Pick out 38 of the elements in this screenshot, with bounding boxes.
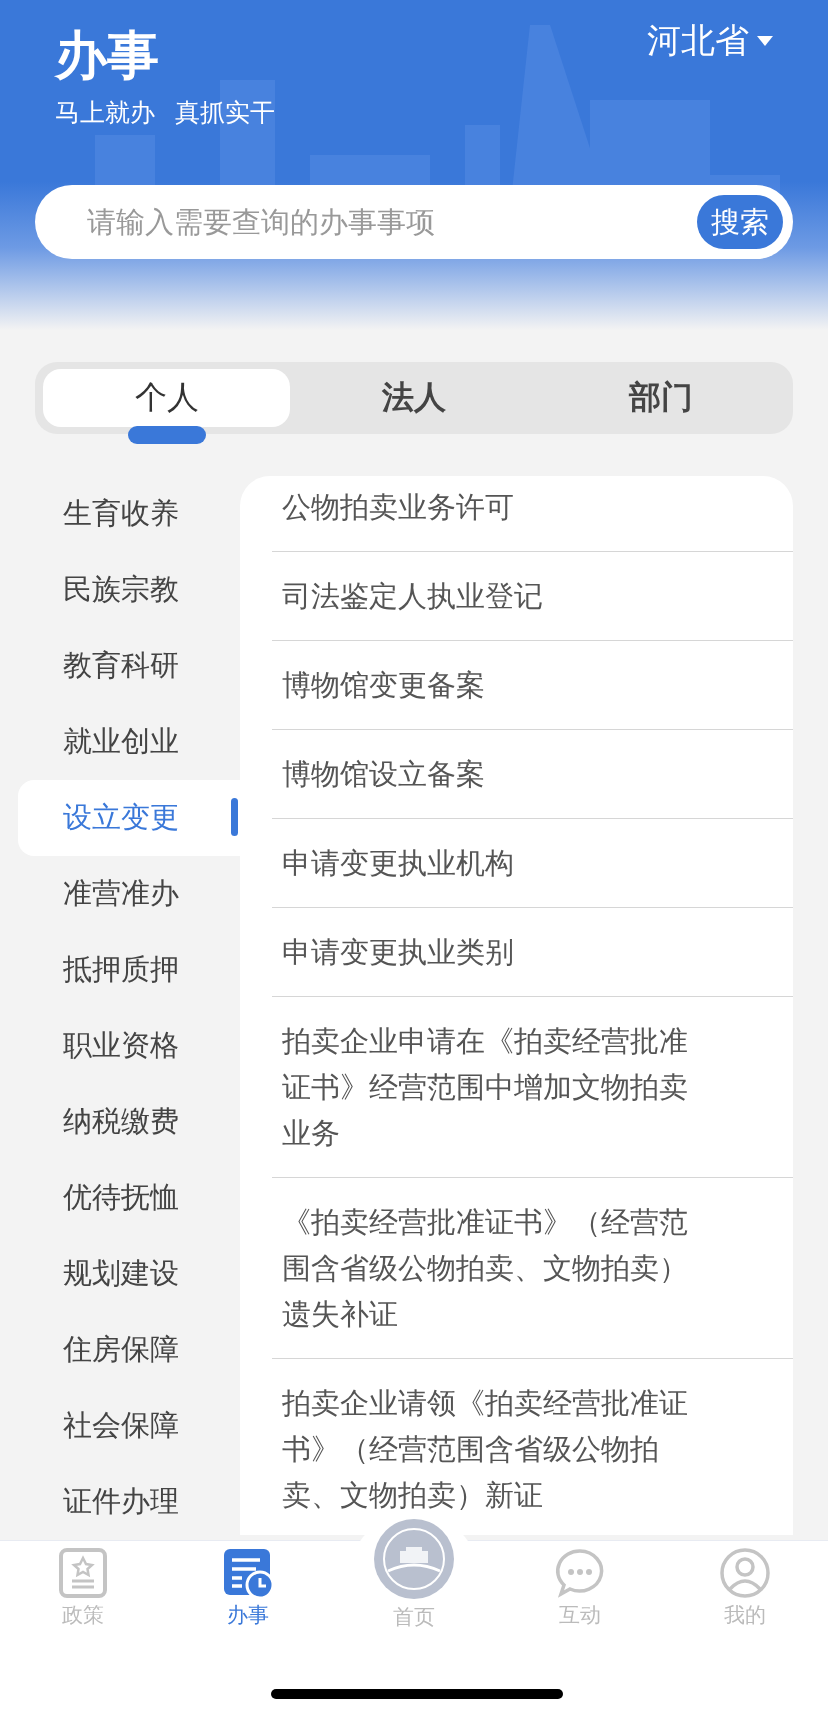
emblem-icon [372,1517,456,1601]
category-item[interactable]: 抵押质押 [18,932,240,1008]
service-item[interactable]: 《拍卖经营批准证书》（经营范围含省级公物拍卖、文物拍卖）遗失补证 [272,1199,693,1337]
search-button[interactable]: 搜索 [697,195,783,249]
caret-icon [757,36,773,46]
chat-icon [553,1547,606,1599]
tab[interactable]: 部门 [537,369,785,427]
region-selector[interactable]: 河北省 [647,18,773,64]
category-item[interactable]: 社会保障 [18,1388,240,1464]
category-item[interactable]: 就业创业 [18,704,240,780]
service-item[interactable]: 公物拍卖业务许可 [272,484,693,530]
category-item[interactable]: 准营准办 [18,856,240,932]
list-clock-icon [222,1547,275,1599]
nav-item[interactable]: 办事 [165,1547,332,1631]
slogan-text: 马上就办 [55,97,155,129]
category-item[interactable]: 生育收养 [18,476,240,552]
search-field[interactable]: 请输入需要查询的办事事项 搜索 [35,185,793,259]
category-item[interactable]: 证件办理 [18,1464,240,1535]
service-item[interactable]: 拍卖企业申请在《拍卖经营批准证书》经营范围中增加文物拍卖业务 [272,1018,693,1156]
category-item[interactable]: 民族宗教 [18,552,240,628]
service-item[interactable]: 博物馆变更备案 [272,662,693,708]
category-item[interactable]: 教育科研 [18,628,240,704]
category-item[interactable]: 纳税缴费 [18,1084,240,1160]
tab[interactable]: 法人 [290,369,538,427]
category-item[interactable]: 职业资格 [18,1008,240,1084]
page-title: 办事 [55,24,160,87]
slogan-text: 真抓实干 [175,97,275,129]
service-item[interactable]: 博物馆设立备案 [272,751,693,797]
star-document-icon [56,1547,109,1599]
category-item[interactable]: 规划建设 [18,1236,240,1312]
category-item[interactable]: 设立变更 [18,780,240,856]
category-item[interactable]: 住房保障 [18,1312,240,1388]
user-icon [719,1547,772,1599]
category-item[interactable]: 优待抚恤 [18,1160,240,1236]
service-item[interactable]: 司法鉴定人执业登记 [272,573,693,619]
service-item[interactable]: 申请变更执业类别 [272,929,693,975]
service-item[interactable]: 申请变更执业机构 [272,840,693,886]
tab[interactable]: 个人 [43,369,291,427]
